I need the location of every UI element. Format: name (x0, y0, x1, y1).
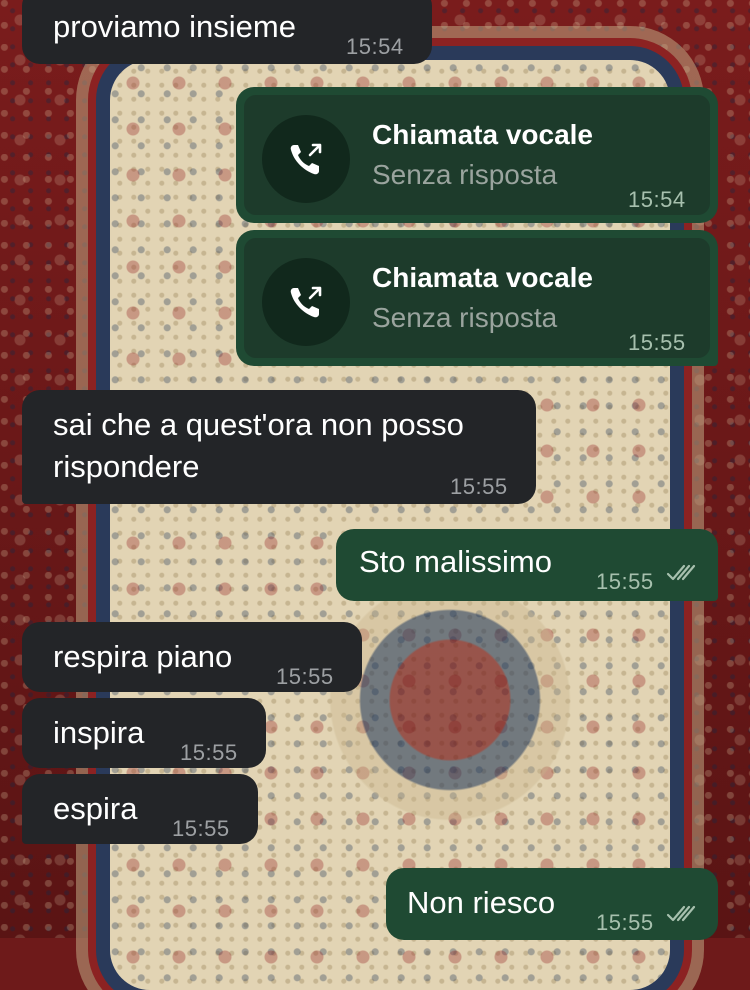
outgoing-call-icon (290, 143, 322, 175)
message-text: respira piano (53, 639, 233, 674)
call-icon-circle (262, 115, 350, 203)
message-bubble-incoming[interactable]: sai che a quest'ora non posso rispondere… (22, 390, 536, 504)
message-text: Sto malissimo (359, 544, 552, 579)
message-text: proviamo insieme (53, 9, 296, 44)
message-bubble-incoming[interactable]: inspira 15:55 (22, 698, 266, 768)
call-card: Chiamata vocale Senza risposta 15:55 (244, 238, 710, 358)
message-timestamp: 15:54 (628, 187, 686, 212)
double-check-icon (666, 905, 696, 922)
double-check-icon (666, 564, 696, 581)
message-timestamp: 15:55 (276, 664, 334, 689)
call-status: Senza risposta (372, 302, 558, 333)
outgoing-call-icon (290, 286, 322, 318)
message-timestamp: 15:55 (596, 569, 654, 594)
message-bubble-outgoing[interactable]: Sto malissimo 15:55 (336, 529, 718, 601)
call-status: Senza risposta (372, 159, 558, 190)
message-timestamp: 15:55 (628, 330, 686, 355)
wallpaper-rug-medallion (310, 560, 590, 840)
message-text: Non riesco (407, 885, 556, 920)
call-icon-circle (262, 258, 350, 346)
call-bubble-outgoing[interactable]: Chiamata vocale Senza risposta 15:54 (236, 87, 718, 223)
message-bubble-incoming[interactable]: espira 15:55 (22, 774, 258, 844)
message-timestamp: 15:55 (450, 474, 508, 499)
message-timestamp: 15:54 (346, 34, 404, 59)
message-bubble-incoming[interactable]: respira piano 15:55 (22, 622, 362, 692)
message-bubble-outgoing[interactable]: Non riesco 15:55 (386, 868, 718, 940)
call-title: Chiamata vocale (372, 119, 593, 150)
call-bubble-outgoing[interactable]: Chiamata vocale Senza risposta 15:55 (236, 230, 718, 366)
message-text: espira (53, 791, 138, 826)
message-timestamp: 15:55 (180, 740, 238, 765)
message-text-line: sai che a quest'ora non posso (53, 407, 464, 442)
call-title: Chiamata vocale (372, 262, 593, 293)
message-text: inspira (53, 715, 145, 750)
message-bubble-incoming[interactable]: proviamo insieme 15:54 (22, 0, 432, 64)
message-timestamp: 15:55 (172, 816, 230, 841)
message-text-line: rispondere (53, 449, 200, 484)
call-card: Chiamata vocale Senza risposta 15:54 (244, 95, 710, 215)
